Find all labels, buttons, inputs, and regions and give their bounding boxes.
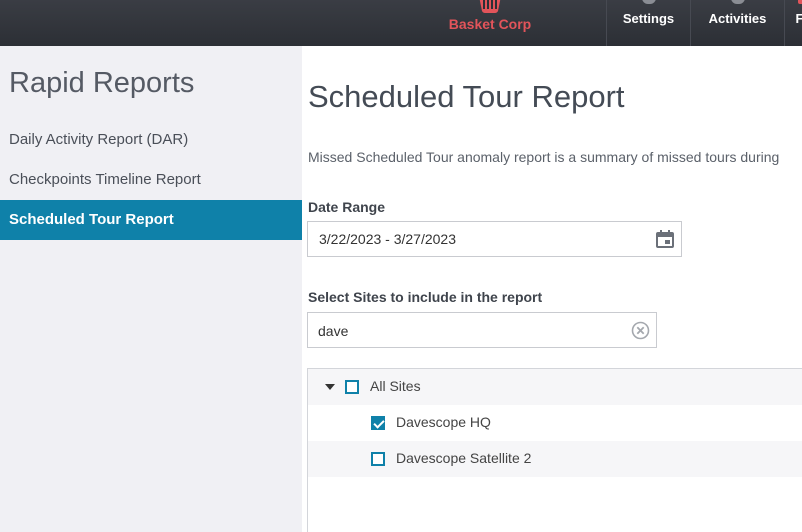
clear-icon[interactable] xyxy=(631,321,650,340)
nav-more-button[interactable]: F xyxy=(784,0,802,46)
brand-name: Basket Corp xyxy=(448,16,532,32)
all-sites-checkbox[interactable] xyxy=(345,380,359,394)
nav-more-label: F xyxy=(795,11,802,26)
page-title: Scheduled Tour Report xyxy=(308,79,625,114)
calendar-icon[interactable] xyxy=(656,230,674,248)
sites-tree: All Sites Davescope HQ Davescope Satelli… xyxy=(307,368,802,532)
sidebar-item-daily-activity-report[interactable]: Daily Activity Report (DAR) xyxy=(0,120,302,160)
tree-label: Davescope HQ xyxy=(396,414,491,430)
date-range-value: 3/22/2023 - 3/27/2023 xyxy=(319,231,457,247)
gear-icon xyxy=(641,0,656,4)
nav-activities-label: Activities xyxy=(708,11,767,26)
sites-label: Select Sites to include in the report xyxy=(308,289,543,305)
date-range-label: Date Range xyxy=(308,199,386,215)
nav-settings-label: Settings xyxy=(622,11,675,26)
sidebar-item-checkpoints-timeline-report[interactable]: Checkpoints Timeline Report xyxy=(0,160,302,200)
tree-label: All Sites xyxy=(370,378,421,394)
sidebar: Rapid Reports Daily Activity Report (DAR… xyxy=(0,46,302,532)
davescope-satellite-2-checkbox[interactable] xyxy=(371,452,385,466)
flag-icon xyxy=(797,0,802,4)
tree-row-all-sites[interactable]: All Sites xyxy=(308,369,802,405)
tree-row-davescope-hq[interactable]: Davescope HQ xyxy=(308,405,802,441)
date-range-field[interactable]: 3/22/2023 - 3/27/2023 xyxy=(307,221,682,257)
tree-label: Davescope Satellite 2 xyxy=(396,450,532,466)
nav-activities-button[interactable]: Activities xyxy=(690,0,784,46)
activity-icon xyxy=(730,0,745,4)
sidebar-title: Rapid Reports xyxy=(9,67,195,99)
expand-caret-icon[interactable] xyxy=(325,384,335,390)
main-content: Scheduled Tour Report Missed Scheduled T… xyxy=(302,46,802,532)
brand-logo[interactable]: Basket Corp xyxy=(440,0,540,46)
davescope-hq-checkbox[interactable] xyxy=(371,416,385,430)
report-description: Missed Scheduled Tour anomaly report is … xyxy=(308,149,780,165)
sidebar-item-scheduled-tour-report[interactable]: Scheduled Tour Report xyxy=(0,200,302,240)
sites-search-input[interactable] xyxy=(318,321,618,341)
basket-icon xyxy=(479,0,501,13)
sites-search-field[interactable] xyxy=(307,312,657,348)
nav-settings-button[interactable]: Settings xyxy=(606,0,690,46)
tree-row-davescope-satellite-2[interactable]: Davescope Satellite 2 xyxy=(308,441,802,477)
top-navigation-bar: Basket Corp Settings Activities F xyxy=(0,0,802,46)
